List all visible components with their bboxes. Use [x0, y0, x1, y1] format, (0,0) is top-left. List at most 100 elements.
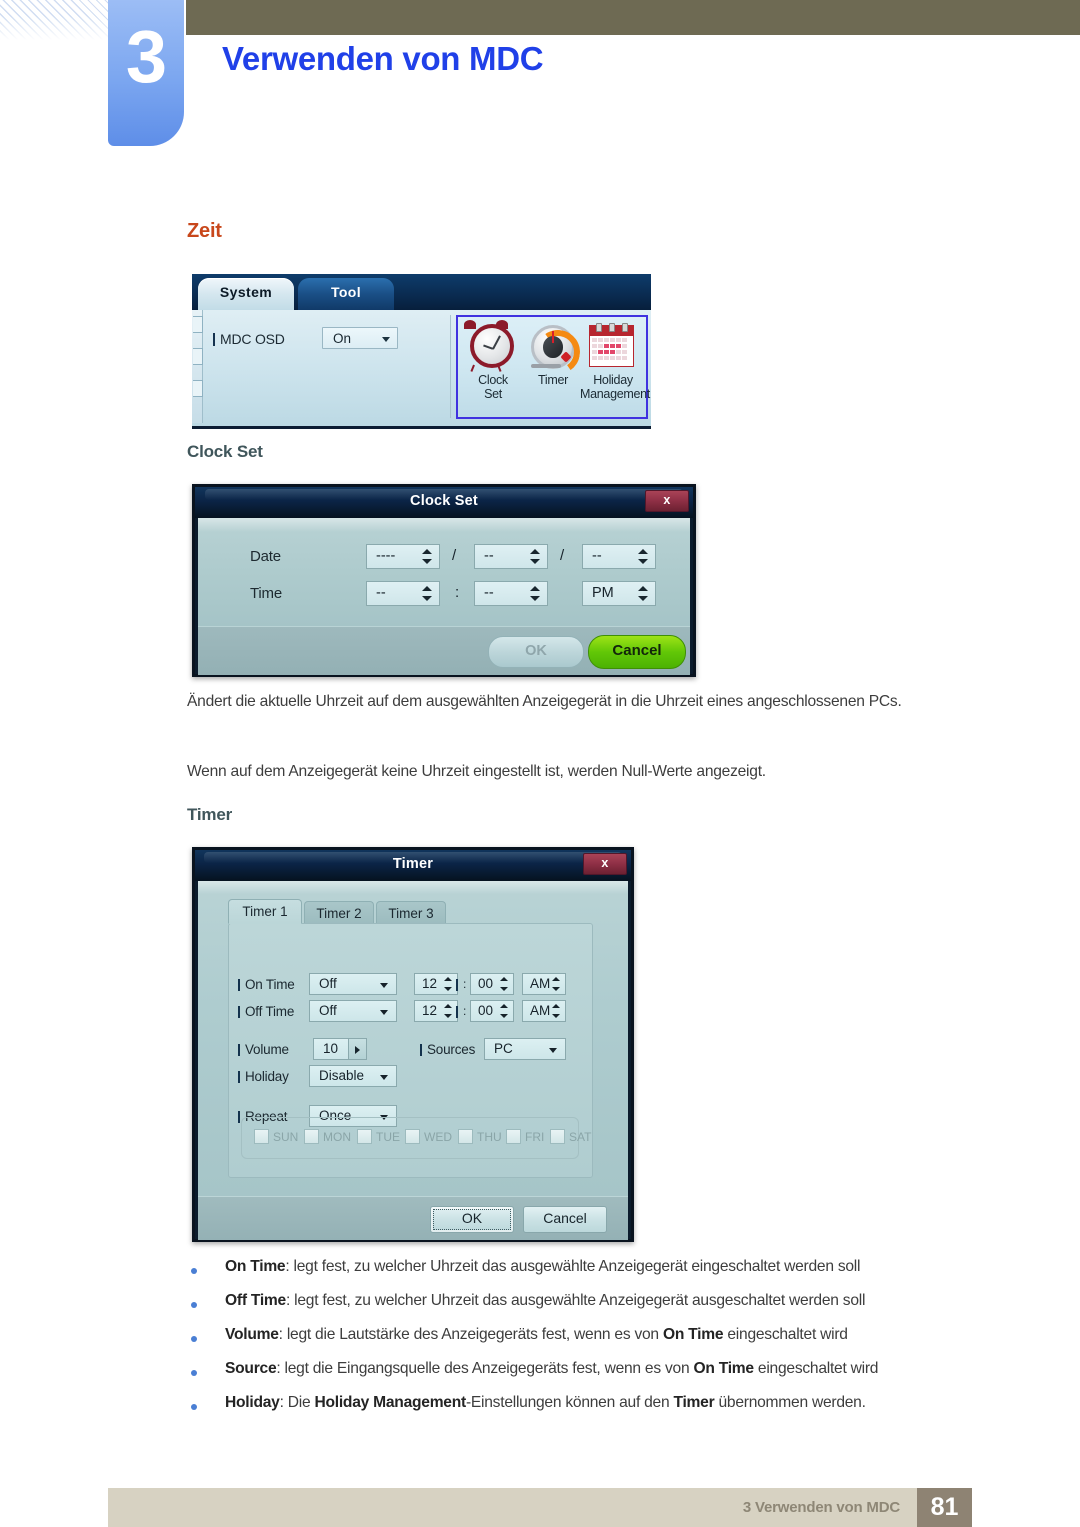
off-time-minute-spinner[interactable]: 00: [470, 1000, 514, 1022]
label-wed: WED: [424, 1130, 452, 1144]
weekday-checkbox-group: SUN MON TUE WED THU FRI SAT: [241, 1117, 591, 1159]
date-year-spinner[interactable]: ----: [366, 544, 440, 569]
on-time-mode-select[interactable]: Off: [309, 973, 397, 995]
volume-stepper[interactable]: 10: [313, 1038, 367, 1060]
time-meridiem-spinner[interactable]: PM: [582, 581, 656, 606]
spinner-up-icon[interactable]: [500, 977, 508, 981]
panel-tabstrip: System Tool: [192, 274, 651, 310]
date-separator-1: /: [452, 547, 457, 564]
spinner-up-icon[interactable]: [530, 549, 540, 554]
date-separator-2: /: [560, 547, 565, 564]
checkbox-mon[interactable]: [304, 1129, 319, 1144]
spinner-up-icon[interactable]: [530, 586, 540, 591]
date-month-spinner[interactable]: --: [474, 544, 548, 569]
sources-select[interactable]: PC: [484, 1038, 566, 1060]
spinner-down-icon[interactable]: [530, 596, 540, 601]
off-time-label: Off Time: [237, 1004, 295, 1019]
chevron-down-icon: [549, 1048, 557, 1053]
mdc-osd-value: On: [333, 331, 352, 346]
spinner-down-icon[interactable]: [638, 596, 648, 601]
spinner-up-icon[interactable]: [444, 1004, 452, 1008]
bullet-text-2: eingeschaltet wird: [723, 1326, 848, 1343]
spinner-down-icon[interactable]: [552, 1014, 560, 1018]
bullet-icon: [191, 1404, 197, 1410]
clock-set-dialog-footer: OK Cancel: [198, 626, 690, 675]
bullet-text-2: -Einstellungen können auf den: [465, 1394, 674, 1411]
checkbox-tue[interactable]: [357, 1129, 372, 1144]
sources-label: Sources: [419, 1042, 476, 1057]
chevron-down-icon: [382, 337, 390, 342]
rail-tick: [193, 348, 203, 365]
list-item: Off Time: legt fest, zu welcher Uhrzeit …: [187, 1292, 1017, 1326]
list-item: On Time: legt fest, zu welcher Uhrzeit d…: [187, 1258, 1017, 1292]
on-time-minute-spinner[interactable]: 00: [470, 973, 514, 995]
timer-dialog-body: Timer 1 Timer 2 Timer 3 On Time Off 12 :…: [198, 881, 628, 1196]
timer-settings-panel: On Time Off 12 : 00 AM Off Time Off 12:…: [228, 923, 593, 1178]
holiday-management-button[interactable]: Holiday Management: [580, 321, 650, 401]
timer-icon: [522, 321, 584, 378]
spinner-down-icon[interactable]: [500, 1014, 508, 1018]
spinner-down-icon[interactable]: [422, 596, 432, 601]
bullet-text-3: übernommen werden.: [714, 1394, 866, 1411]
volume-label: Volume: [238, 1042, 289, 1057]
label-sat: SAT: [569, 1130, 592, 1144]
timer-ok-button[interactable]: OK: [430, 1206, 514, 1233]
spinner-down-icon[interactable]: [500, 987, 508, 991]
timer-cancel-button[interactable]: Cancel: [523, 1206, 607, 1233]
clock-set-cancel-button[interactable]: Cancel: [588, 635, 686, 669]
date-year-value: ----: [376, 548, 396, 564]
spinner-down-icon[interactable]: [444, 987, 452, 991]
off-time-hour-spinner[interactable]: 12: [414, 1000, 458, 1022]
spinner-down-icon[interactable]: [552, 987, 560, 991]
time-minute-value: --: [484, 585, 494, 601]
tab-timer-1[interactable]: Timer 1: [228, 899, 302, 924]
holiday-select[interactable]: Disable: [309, 1065, 397, 1087]
chevron-down-icon: [380, 1010, 388, 1015]
clock-set-button[interactable]: Clock Set: [462, 320, 524, 401]
spinner-up-icon[interactable]: [422, 549, 432, 554]
checkbox-sat[interactable]: [550, 1129, 565, 1144]
off-time-meridiem-spinner[interactable]: AM: [522, 1000, 566, 1022]
page-number: 81: [917, 1488, 972, 1527]
spinner-up-icon[interactable]: [552, 1004, 560, 1008]
spinner-up-icon[interactable]: [444, 977, 452, 981]
close-icon[interactable]: x: [645, 490, 689, 512]
tab-timer-2[interactable]: Timer 2: [304, 901, 374, 924]
spinner-down-icon[interactable]: [530, 559, 540, 564]
paragraph-2: Wenn auf dem Anzeigegerät keine Uhrzeit …: [187, 763, 766, 780]
clock-set-dialog-body: Date Time ---- / -- / -- -- : -- PM: [198, 518, 690, 626]
spinner-up-icon[interactable]: [638, 586, 648, 591]
checkbox-wed[interactable]: [405, 1129, 420, 1144]
clock-set-ok-button[interactable]: OK: [488, 636, 584, 668]
tab-tool[interactable]: Tool: [298, 278, 394, 310]
clock-set-dialog-titlebar: Clock Set x: [195, 487, 693, 518]
spinner-up-icon[interactable]: [552, 977, 560, 981]
spinner-up-icon[interactable]: [638, 549, 648, 554]
mdc-osd-select[interactable]: On: [322, 327, 398, 349]
checkbox-thu[interactable]: [458, 1129, 473, 1144]
time-hour-value: --: [376, 585, 386, 601]
tab-system[interactable]: System: [198, 278, 294, 310]
checkbox-fri[interactable]: [506, 1129, 521, 1144]
checkbox-sun[interactable]: [254, 1129, 269, 1144]
spinner-up-icon[interactable]: [500, 1004, 508, 1008]
bullet-text: : Die: [279, 1394, 315, 1411]
label-mon: MON: [323, 1130, 351, 1144]
date-label: Date: [250, 548, 281, 565]
on-time-meridiem-spinner[interactable]: AM: [522, 973, 566, 995]
date-day-spinner[interactable]: --: [582, 544, 656, 569]
off-time-mode-select[interactable]: Off: [309, 1000, 397, 1022]
section-title: Zeit: [187, 220, 222, 242]
spinner-up-icon[interactable]: [422, 586, 432, 591]
on-time-meridiem-value: AM: [530, 976, 551, 991]
on-time-hour-spinner[interactable]: 12: [414, 973, 458, 995]
time-minute-spinner[interactable]: --: [474, 581, 548, 606]
time-hour-spinner[interactable]: --: [366, 581, 440, 606]
volume-increase-icon[interactable]: [348, 1039, 366, 1059]
spinner-down-icon[interactable]: [638, 559, 648, 564]
close-icon[interactable]: x: [583, 853, 627, 875]
spinner-down-icon[interactable]: [444, 1014, 452, 1018]
spinner-down-icon[interactable]: [422, 559, 432, 564]
timer-button[interactable]: Timer: [522, 321, 584, 387]
tab-timer-3[interactable]: Timer 3: [376, 901, 446, 924]
